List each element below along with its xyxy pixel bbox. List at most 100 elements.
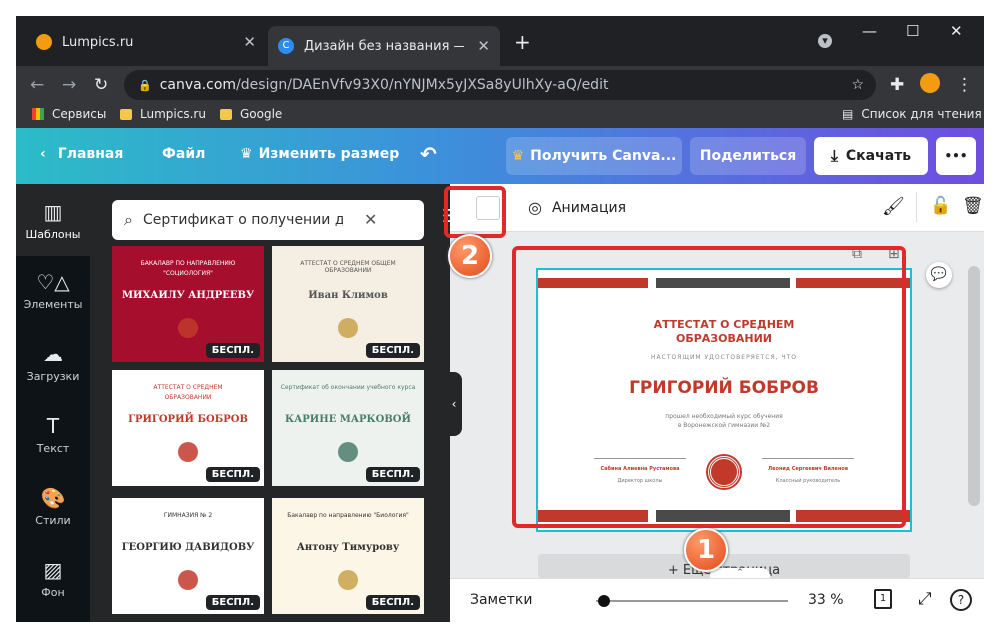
copy-style-icon[interactable]: 🖌: [882, 196, 905, 217]
file-menu-button[interactable]: Файл: [162, 146, 205, 162]
step-marker-1: 1: [684, 528, 728, 572]
lock-icon[interactable]: 🔓: [930, 196, 951, 216]
fullscreen-icon[interactable]: ⤢: [918, 589, 932, 609]
get-pro-label: Получить Canva...: [530, 148, 677, 164]
notes-button[interactable]: Заметки: [470, 592, 532, 608]
step-marker-2: 2: [448, 234, 492, 278]
close-tab-icon[interactable]: ✕: [477, 37, 490, 55]
browser-menu-icon[interactable]: ⋮: [956, 75, 973, 95]
close-window-icon[interactable]: ✕: [950, 22, 963, 40]
sidebar-item-uploads[interactable]: ☁ Загрузки: [16, 342, 90, 383]
tab-search-icon[interactable]: ▾: [818, 34, 832, 48]
template-top-text: БАКАЛАВР ПО НАПРАВЛЕНИЮ: [140, 260, 236, 267]
bookmark-label: Lumpics.ru: [140, 107, 206, 121]
download-button[interactable]: ⤓ Скачать: [814, 137, 928, 175]
template-name-text: Иван Климов: [308, 290, 388, 301]
more-options-button[interactable]: •••: [936, 137, 976, 175]
template-seal-icon: [178, 318, 198, 338]
close-tab-icon[interactable]: ✕: [243, 33, 256, 51]
minimize-icon[interactable]: —: [862, 22, 877, 40]
template-seal-icon: [338, 318, 358, 338]
bookmark-services[interactable]: Сервисы: [32, 107, 106, 121]
folder-icon: [120, 108, 132, 120]
layout-icon: ▥: [43, 200, 63, 224]
folder-icon: [220, 108, 232, 120]
zoom-level[interactable]: 33 %: [808, 592, 844, 608]
apps-grid-icon: [32, 108, 44, 120]
bookmark-star-icon[interactable]: ☆: [851, 77, 864, 93]
page-count-button[interactable]: 1: [874, 589, 892, 609]
template-thumbnail[interactable]: АТТЕСТАТ О СРЕДНЕМ ОБЩЕМ ОБРАЗОВАНИИ Иван…: [272, 246, 424, 362]
back-arrow-icon[interactable]: ←: [30, 75, 44, 95]
new-tab-button[interactable]: +: [514, 30, 531, 54]
highlight-box-page: [512, 246, 906, 528]
tab-title: Дизайн без названия — A4 (Lan: [304, 38, 464, 54]
resize-label: Изменить размер: [258, 146, 400, 162]
free-badge: БЕСПЛ.: [365, 595, 420, 610]
vertical-scrollbar[interactable]: [968, 266, 980, 506]
browser-window: Lumpics.ru ✕ C Дизайн без названия — A4 …: [16, 16, 984, 622]
toolbar-divider: [916, 192, 917, 222]
maximize-icon[interactable]: ☐: [906, 22, 919, 40]
template-top-text: Сертификат об окончании учебного курса: [280, 384, 416, 391]
crown-icon: ♛: [240, 146, 253, 162]
tab-lumpics[interactable]: Lumpics.ru ✕: [26, 26, 266, 58]
clear-search-icon[interactable]: ✕: [364, 210, 377, 229]
collapse-panel-button[interactable]: ‹: [446, 372, 462, 436]
template-name-text: ГЕОРГИЮ ДАВИДОВУ: [121, 542, 255, 553]
sidebar-item-styles[interactable]: 🎨 Стили: [16, 486, 90, 527]
template-thumbnail[interactable]: ГИМНАЗИЯ № 2 ГЕОРГИЮ ДАВИДОВУ БЕСПЛ.: [112, 498, 264, 614]
template-top-text: АТТЕСТАТ О СРЕДНЕМ: [153, 384, 223, 391]
palette-icon: 🎨: [40, 486, 66, 510]
forward-arrow-icon[interactable]: →: [62, 75, 76, 95]
search-input[interactable]: ⌕ Сертификат о получении ди ✕: [112, 200, 424, 240]
undo-icon[interactable]: ↶: [420, 142, 437, 166]
sidebar-item-text[interactable]: T Текст: [16, 414, 90, 455]
share-button[interactable]: Поделиться: [690, 137, 806, 175]
sidebar-item-templates[interactable]: ▥ Шаблоны: [16, 184, 90, 256]
zoom-slider-knob[interactable]: [597, 595, 610, 607]
sidebar-item-label: Фон: [41, 586, 65, 599]
profile-avatar[interactable]: [920, 73, 940, 93]
template-thumbnail[interactable]: БАКАЛАВР ПО НАПРАВЛЕНИЮ "СОЦИОЛОГИЯ" МИХАИ…: [112, 246, 264, 362]
add-comment-icon[interactable]: 💬: [926, 262, 952, 288]
sidebar-item-background[interactable]: ▨ Фон: [16, 558, 90, 599]
template-sub-text: "СОЦИОЛОГИЯ": [163, 270, 213, 277]
reload-icon[interactable]: ↻: [94, 75, 108, 95]
get-pro-button[interactable]: ♛ Получить Canva...: [506, 137, 682, 175]
bookmark-lumpics[interactable]: Lumpics.ru: [120, 107, 206, 121]
tab-strip: Lumpics.ru ✕ C Дизайн без названия — A4 …: [16, 16, 984, 66]
free-badge: БЕСПЛ.: [365, 467, 420, 482]
zoom-slider[interactable]: [596, 600, 788, 602]
template-thumbnail[interactable]: АТТЕСТАТ О СРЕДНЕМ ОБРАЗОВАНИИ ГРИГОРИЙ БО…: [112, 370, 264, 486]
template-name-text: Антону Тимурову: [296, 542, 400, 553]
sidebar-item-label: Загрузки: [26, 370, 80, 383]
search-icon: ⌕: [124, 210, 133, 229]
download-icon: ⤓: [830, 146, 838, 165]
editor-toolbar: ◎ Анимация 🖌 🔓 🗑: [450, 184, 984, 232]
sidebar-item-elements[interactable]: ♡△ Элементы: [16, 270, 90, 311]
lumpics-favicon-icon: [36, 34, 52, 50]
reading-list[interactable]: ▤ Список для чтения: [842, 107, 982, 121]
template-thumbnail[interactable]: Сертификат об окончании учебного курса КА…: [272, 370, 424, 486]
trash-icon[interactable]: 🗑: [962, 196, 984, 216]
template-top-text: ГИМНАЗИЯ № 2: [163, 512, 213, 519]
bookmark-google[interactable]: Google: [220, 107, 282, 121]
highlight-box-background: [444, 186, 506, 238]
template-top-text: Бакалавр по направлению "Биология": [287, 512, 409, 519]
extensions-icon[interactable]: ✚: [890, 75, 904, 95]
tab-canva[interactable]: C Дизайн без названия — A4 (Lan ✕: [268, 26, 500, 66]
template-seal-icon: [178, 570, 198, 590]
resize-button[interactable]: ♛ Изменить размер: [240, 146, 399, 162]
animation-button[interactable]: ◎ Анимация: [528, 198, 626, 217]
download-label: Скачать: [845, 148, 912, 164]
url-field[interactable]: 🔒 canva.com /design/DAEnVfv93X0/nYNJMx5y…: [124, 70, 876, 100]
canva-topbar: ‹ Главная Файл ♛ Изменить размер ↶ ♛ Получи…: [16, 128, 984, 184]
bookmark-label: Google: [240, 107, 283, 121]
template-thumbnail[interactable]: Бакалавр по направлению "Биология" Антону…: [272, 498, 424, 614]
free-badge: БЕСПЛ.: [365, 343, 420, 358]
home-button[interactable]: ‹ Главная: [40, 146, 123, 162]
help-button[interactable]: ?: [950, 589, 972, 611]
chevron-left-icon: ‹: [40, 146, 46, 162]
text-icon: T: [46, 414, 60, 438]
